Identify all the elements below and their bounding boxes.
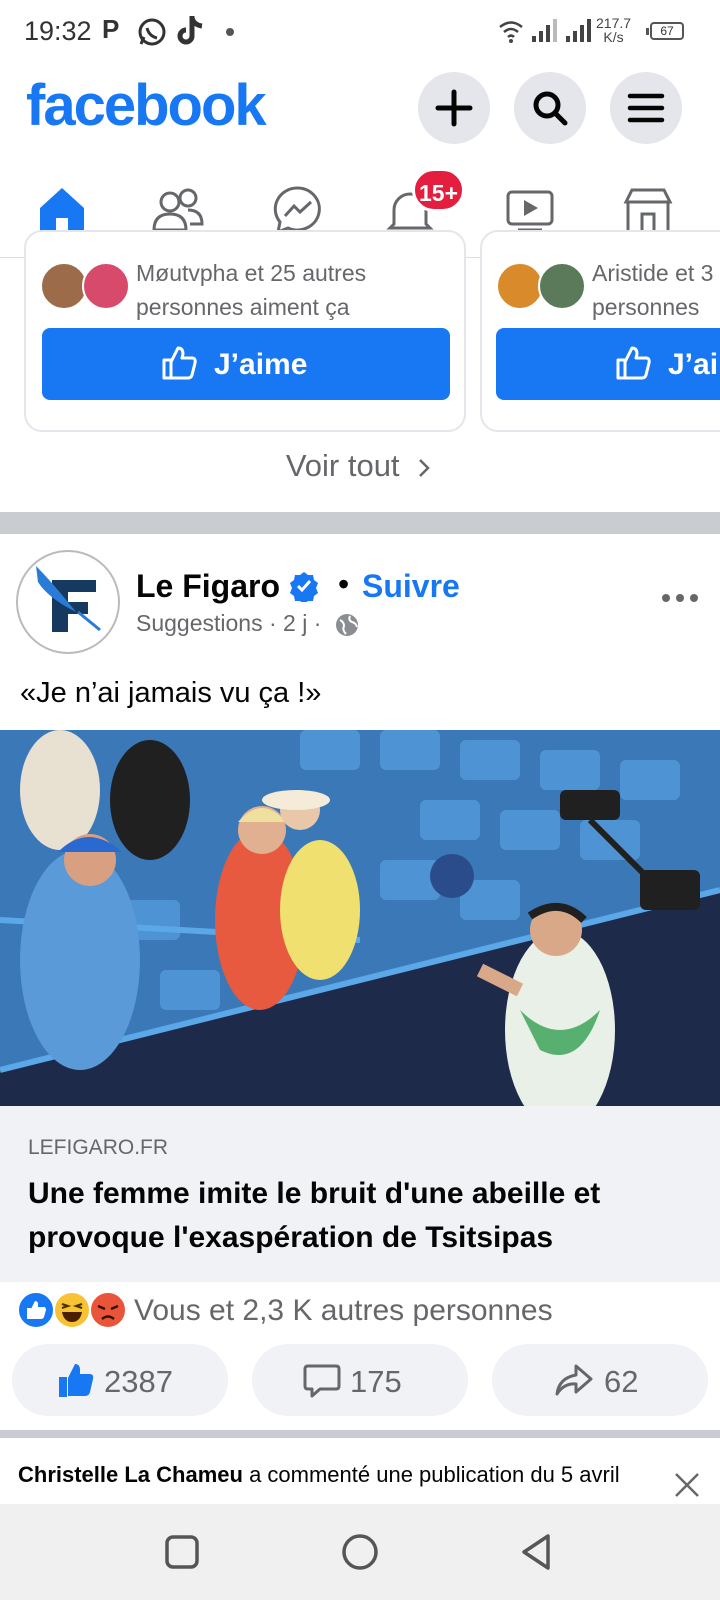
add-icon [435, 89, 473, 127]
globe-icon [335, 613, 358, 636]
see-all-label: Voir tout [285, 448, 400, 483]
notification-text: a commenté une publication du 5 avril [242, 1462, 620, 1487]
likes-text-line: Aristide et 3 [592, 260, 714, 286]
follow-button[interactable]: Suivre [362, 568, 460, 605]
tennis-stands-photo [0, 730, 720, 1106]
likes-text-line: personnes aiment ça [136, 294, 350, 320]
verified-badge-icon [290, 572, 318, 602]
signal-icon [566, 19, 591, 42]
notification-badge: 15+ [412, 168, 466, 212]
status-bar: 19:32 P 217.7 K/s 67 [0, 0, 720, 62]
comment-count: 175 [350, 1364, 402, 1399]
notification-name: Christelle La Chameu [18, 1462, 243, 1487]
haha-reaction-icon [53, 1291, 91, 1329]
see-all-link[interactable]: Voir tout [0, 448, 720, 484]
like-button-label: J’ai [668, 348, 719, 381]
search-icon [533, 91, 568, 126]
search-button[interactable] [514, 72, 586, 144]
post-meta: Suggestions · 2 j · [136, 610, 360, 638]
battery-icon: 67 [646, 22, 684, 40]
likes-text-line: personnes [592, 294, 700, 320]
dot-icon [226, 28, 234, 36]
thumbs-up-icon [162, 346, 197, 380]
status-time: 19:32 [24, 16, 92, 46]
likes-text-line: Møutvpha et 25 autres [136, 260, 367, 286]
thumbs-up-icon [59, 1364, 94, 1397]
back-icon[interactable] [518, 1532, 554, 1572]
comment-button[interactable]: 175 [252, 1344, 468, 1416]
likes-text: Møutvpha et 25 autres personnes aiment ç… [136, 256, 366, 324]
suggestion-card[interactable]: Møutvpha et 25 autres personnes aiment ç… [24, 230, 466, 432]
network-speed: 217.7 K/s [596, 16, 631, 44]
menu-button[interactable] [610, 72, 682, 144]
net-speed-unit: K/s [603, 29, 624, 45]
home-circle-icon[interactable] [340, 1532, 380, 1572]
share-button[interactable]: 62 [492, 1344, 708, 1416]
whatsapp-icon [138, 18, 166, 46]
net-speed-value: 217.7 [596, 15, 632, 31]
reactions-summary[interactable]: Vous et 2,3 K autres personnes [134, 1294, 553, 1328]
avatar [538, 262, 586, 310]
like-button-label: J’aime [214, 348, 308, 381]
recent-apps-icon[interactable] [164, 1534, 200, 1570]
le-figaro-avatar[interactable] [16, 550, 120, 654]
chevron-right-icon [419, 458, 430, 477]
close-icon[interactable] [672, 1470, 702, 1500]
more-options-button[interactable] [660, 578, 700, 612]
more-horizontal-icon [662, 594, 698, 602]
battery-level: 67 [660, 24, 674, 38]
parking-icon: P [102, 14, 120, 44]
post-image[interactable] [0, 730, 720, 1106]
like-page-button[interactable]: J’ai [496, 328, 720, 400]
separator-dot: • [338, 566, 350, 602]
post-meta-text: Suggestions · 2 j · [136, 610, 322, 636]
create-button[interactable] [418, 72, 490, 144]
like-reaction-icon [17, 1291, 55, 1329]
notification-snippet[interactable]: Christelle La Chameu a commenté une publ… [18, 1458, 658, 1504]
like-page-button[interactable]: J’aime [42, 328, 450, 400]
tiktok-icon [177, 16, 203, 45]
link-domain: LEFIGARO.FR [28, 1136, 169, 1159]
avatar [82, 262, 130, 310]
share-count: 62 [604, 1364, 639, 1399]
thumbs-up-icon [616, 346, 651, 380]
post-text: «Je n’ai jamais vu ça !» [20, 677, 322, 709]
like-count: 2387 [104, 1364, 173, 1399]
suggestion-card[interactable]: Aristide et 3 personnes J’ai [480, 230, 720, 432]
menu-icon [627, 93, 665, 123]
section-divider [0, 512, 720, 534]
section-divider [0, 1430, 720, 1438]
link-headline[interactable]: Une femme imite le bruit d'une abeille e… [28, 1172, 688, 1260]
signal-icon [532, 19, 557, 42]
avatar [496, 262, 544, 310]
likes-text: Aristide et 3 personnes [592, 256, 713, 324]
comment-icon [303, 1364, 341, 1398]
share-icon [555, 1364, 593, 1396]
system-navigation-bar [0, 1504, 720, 1600]
post-author[interactable]: Le Figaro [136, 568, 280, 605]
facebook-logo[interactable]: facebook [26, 72, 267, 139]
avatar [40, 262, 88, 310]
angry-reaction-icon [89, 1291, 127, 1329]
like-button[interactable]: 2387 [12, 1344, 228, 1416]
le-figaro-logo-icon [36, 566, 101, 632]
wifi-icon [499, 21, 523, 43]
